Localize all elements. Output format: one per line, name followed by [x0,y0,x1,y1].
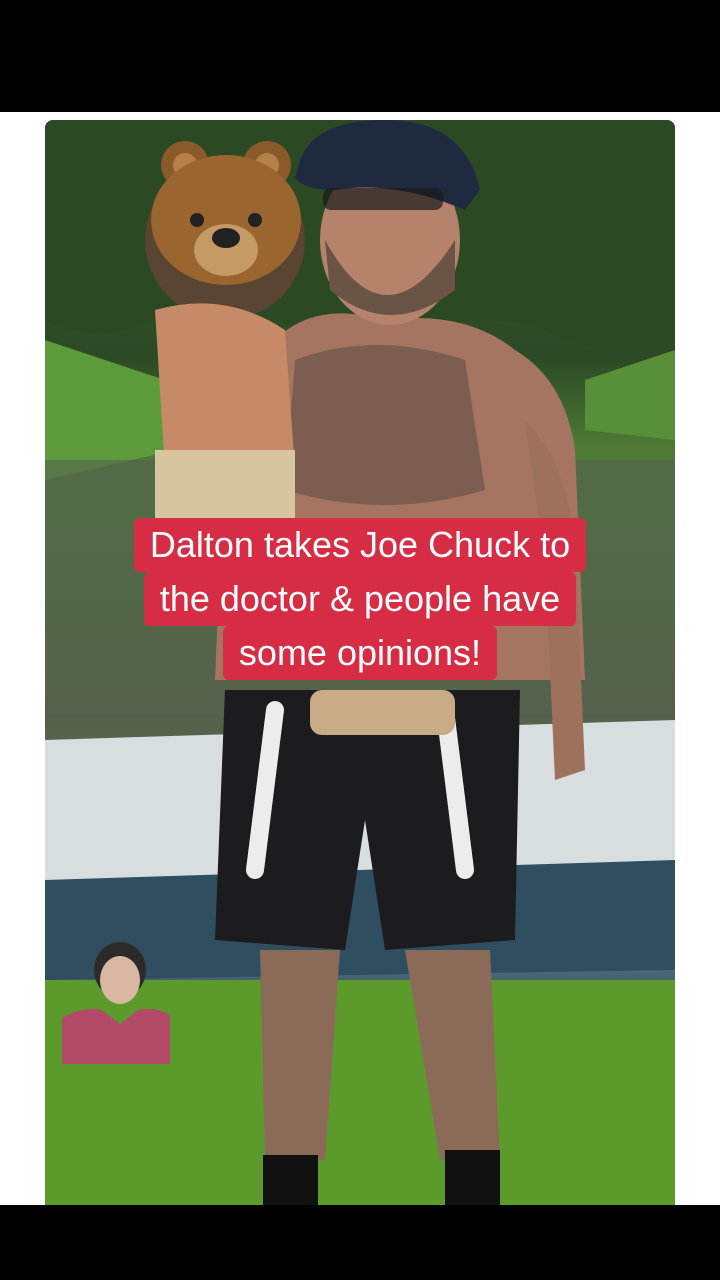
caption-line-3: some opinions! [222,626,498,680]
caption-overlay: Dalton takes Joe Chuck to the doctor & p… [0,518,720,680]
bear-face-icon [151,141,301,285]
creator-picture-in-picture [62,940,170,1064]
caption-line-2: the doctor & people have [143,572,577,626]
creator-avatar [62,942,170,1064]
caption-line-1: Dalton takes Joe Chuck to [133,518,587,572]
top-letterbox [0,0,720,112]
bottom-letterbox [0,1205,720,1280]
